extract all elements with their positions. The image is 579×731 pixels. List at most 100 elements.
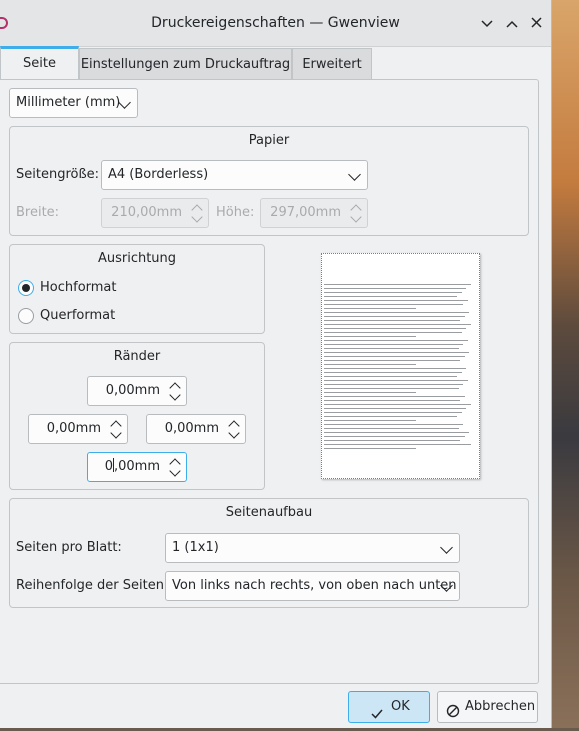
spin-arrows-icon <box>191 202 203 224</box>
preview-line <box>324 316 465 317</box>
preview-line <box>324 292 462 293</box>
height-value: 297,00mm <box>270 205 341 220</box>
window-title: Druckereigenschaften — Gwenview <box>151 15 400 31</box>
preview-line <box>324 328 467 329</box>
preview-line <box>324 348 459 349</box>
preview-line <box>324 344 464 345</box>
chevron-down-icon <box>348 168 361 181</box>
portrait-radio[interactable] <box>18 280 34 296</box>
preview-line <box>324 300 468 301</box>
preview-line <box>324 312 470 313</box>
margin-right-value: 0,00mm <box>164 421 219 436</box>
margin-bottom-spinbox[interactable]: 0,00mm <box>87 452 187 482</box>
tab-seite[interactable]: Seite <box>0 46 79 80</box>
page-preview <box>321 253 480 479</box>
paper-size-select[interactable]: A4 (Borderless) <box>101 160 368 190</box>
spin-arrows-icon <box>110 418 122 440</box>
ok-button[interactable]: OK <box>348 691 430 723</box>
preview-line <box>324 332 462 333</box>
spin-arrows-icon <box>350 202 362 224</box>
paper-title: Papier <box>248 133 290 148</box>
landscape-label[interactable]: Querformat <box>40 308 115 323</box>
cancel-button[interactable]: Abbrechen <box>437 691 538 723</box>
paper-size-value: A4 (Borderless) <box>108 167 209 182</box>
preview-line <box>324 296 458 297</box>
page-order-value: Von links nach rechts, von oben nach unt… <box>172 578 457 593</box>
width-value: 210,00mm <box>111 205 182 220</box>
preview-line <box>324 396 465 397</box>
tab-druckauftrag[interactable]: Einstellungen zum Druckauftrag <box>79 48 292 79</box>
preview-line <box>324 380 468 381</box>
preview-line <box>324 448 416 449</box>
preview-line <box>324 388 459 389</box>
preview-line <box>324 284 471 285</box>
preview-text-lines <box>324 284 477 452</box>
preview-line <box>324 304 464 305</box>
paper-size-label: Seitengröße: <box>16 167 100 182</box>
margin-top-value: 0,00mm <box>105 383 160 398</box>
layout-title: Seitenaufbau <box>225 505 313 520</box>
preview-line <box>324 364 416 365</box>
margin-bottom-value-a: 0 <box>104 459 113 474</box>
width-label: Breite: <box>16 205 60 220</box>
ok-label: OK <box>391 699 410 714</box>
preview-line <box>324 436 465 437</box>
margin-right-spinbox[interactable]: 0,00mm <box>146 414 246 444</box>
preview-line <box>324 400 461 401</box>
preview-line <box>324 444 471 445</box>
preview-line <box>324 308 416 309</box>
preview-line <box>324 320 461 321</box>
landscape-radio[interactable] <box>18 308 34 324</box>
close-icon[interactable] <box>525 12 547 34</box>
preview-line <box>324 440 461 441</box>
preview-line <box>324 372 462 373</box>
preview-line <box>324 288 467 289</box>
preview-line <box>324 324 471 325</box>
spin-arrows-icon <box>169 380 181 402</box>
spin-arrows-icon <box>169 456 181 478</box>
orientation-title: Ausrichtung <box>97 251 177 266</box>
preview-line <box>324 432 470 433</box>
cancel-icon <box>446 700 460 730</box>
minimize-icon[interactable] <box>476 12 498 34</box>
cancel-label: Abbrechen <box>465 699 536 714</box>
margin-bottom-value-b: ,00mm <box>113 459 160 474</box>
page-order-label: Reihenfolge der Seiten: <box>16 578 169 593</box>
check-icon <box>371 701 383 731</box>
preview-line <box>324 404 471 405</box>
maximize-icon[interactable] <box>501 12 523 34</box>
margin-left-value: 0,00mm <box>46 421 101 436</box>
preview-line <box>324 376 458 377</box>
chevron-down-icon <box>440 541 453 554</box>
width-spinbox[interactable]: 210,00mm <box>101 198 209 228</box>
portrait-label[interactable]: Hochformat <box>40 280 117 295</box>
pages-per-sheet-select[interactable]: 1 (1x1) <box>165 533 460 563</box>
units-select[interactable]: Millimeter (mm) <box>9 88 138 118</box>
preview-line <box>324 428 459 429</box>
preview-line <box>324 408 467 409</box>
margin-top-spinbox[interactable]: 0,00mm <box>87 376 187 406</box>
preview-line <box>324 384 464 385</box>
preview-line <box>324 412 462 413</box>
preview-line <box>324 392 416 393</box>
height-label: Höhe: <box>216 205 255 220</box>
preview-line <box>324 368 467 369</box>
preview-line <box>324 336 416 337</box>
spin-arrows-icon <box>228 418 240 440</box>
margin-left-spinbox[interactable]: 0,00mm <box>28 414 128 444</box>
preview-line <box>324 356 465 357</box>
preview-line <box>324 360 461 361</box>
pages-per-sheet-value: 1 (1x1) <box>172 540 219 555</box>
preview-line <box>324 420 416 421</box>
preview-line <box>324 340 468 341</box>
pages-per-sheet-label: Seiten pro Blatt: <box>16 540 122 555</box>
title-bar: Druckereigenschaften — Gwenview <box>0 0 551 47</box>
preview-line <box>324 352 470 353</box>
units-value: Millimeter (mm) <box>16 95 121 110</box>
print-properties-dialog: Druckereigenschaften — Gwenview Seite Ei… <box>0 0 552 728</box>
tab-erweitert[interactable]: Erweitert <box>292 48 372 79</box>
margins-title: Ränder <box>113 349 161 364</box>
preview-line <box>324 416 458 417</box>
page-order-select[interactable]: Von links nach rechts, von oben nach unt… <box>165 571 460 601</box>
height-spinbox[interactable]: 297,00mm <box>260 198 368 228</box>
